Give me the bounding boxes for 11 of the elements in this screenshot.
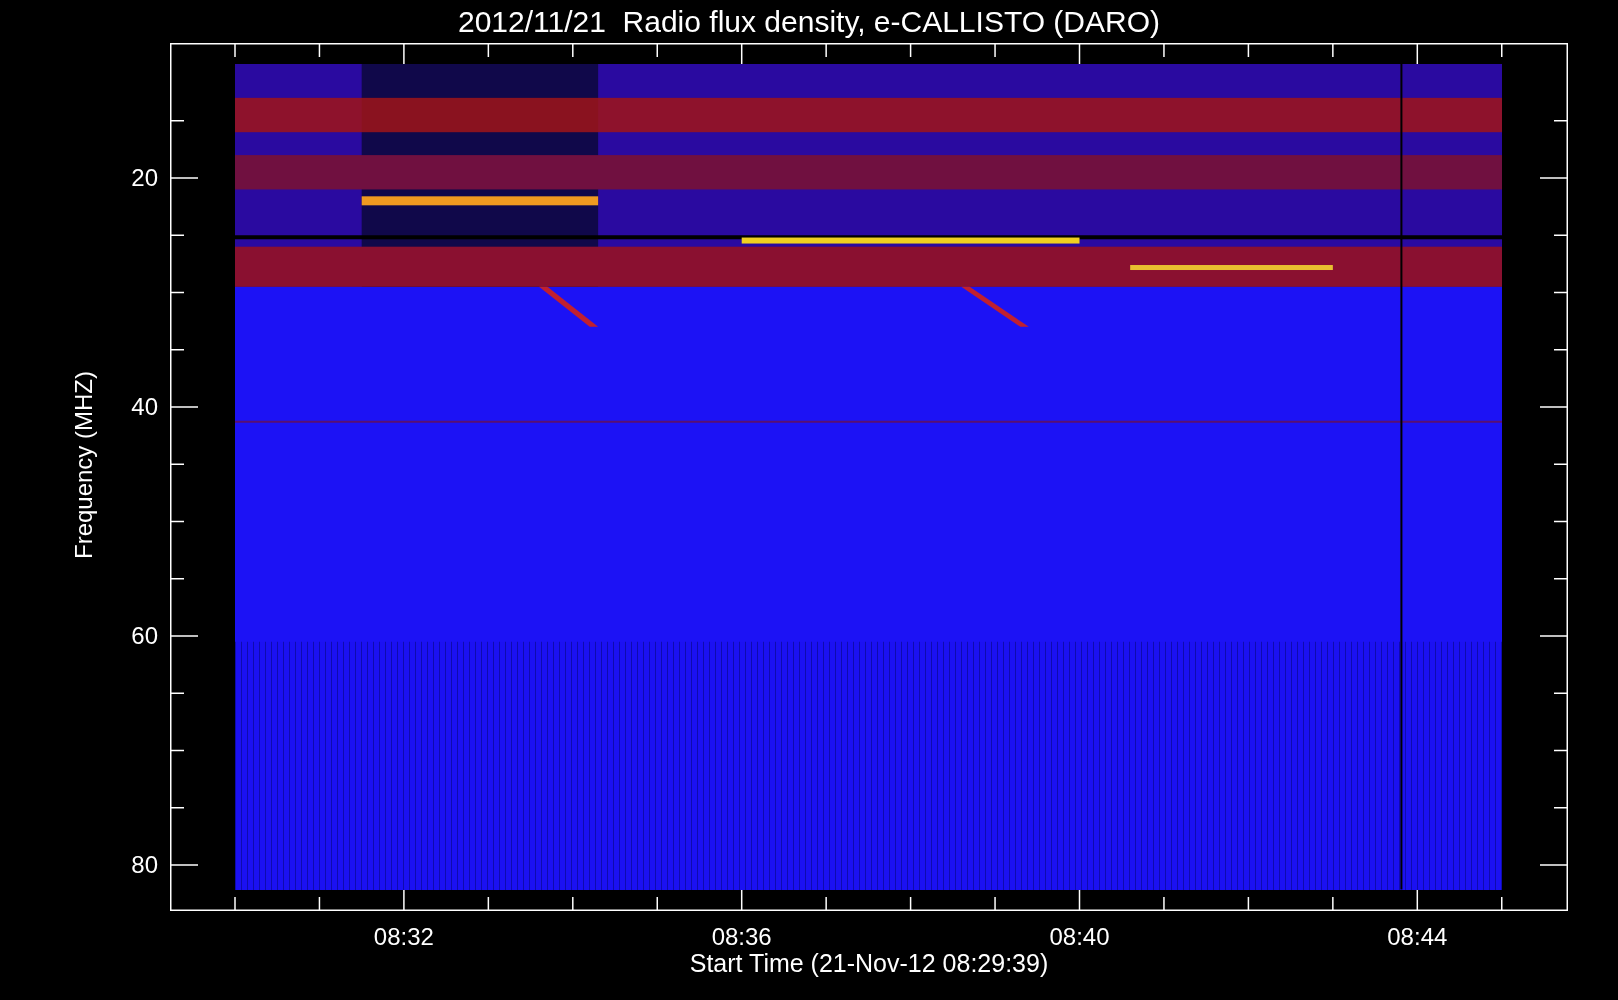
- chart-title: 2012/11/21 Radio flux density, e-CALLISTO (DARO): [458, 6, 1160, 37]
- x-axis-label: Start Time (21-Nov-12 08:29:39): [689, 951, 1049, 976]
- x-axis-tick-label: 08:44: [1386, 925, 1449, 949]
- x-axis-tick-label: 08:36: [710, 925, 773, 949]
- y-axis-tick-label: 40: [130, 395, 158, 419]
- y-axis-label: Frequency (MHZ): [72, 371, 96, 559]
- x-axis-tick-label: 08:40: [1048, 925, 1111, 949]
- y-axis-tick-label: 80: [130, 853, 158, 877]
- x-axis-tick-label: 08:32: [372, 925, 435, 949]
- y-axis-tick-label: 60: [130, 624, 158, 648]
- y-axis-tick-label: 20: [130, 166, 158, 190]
